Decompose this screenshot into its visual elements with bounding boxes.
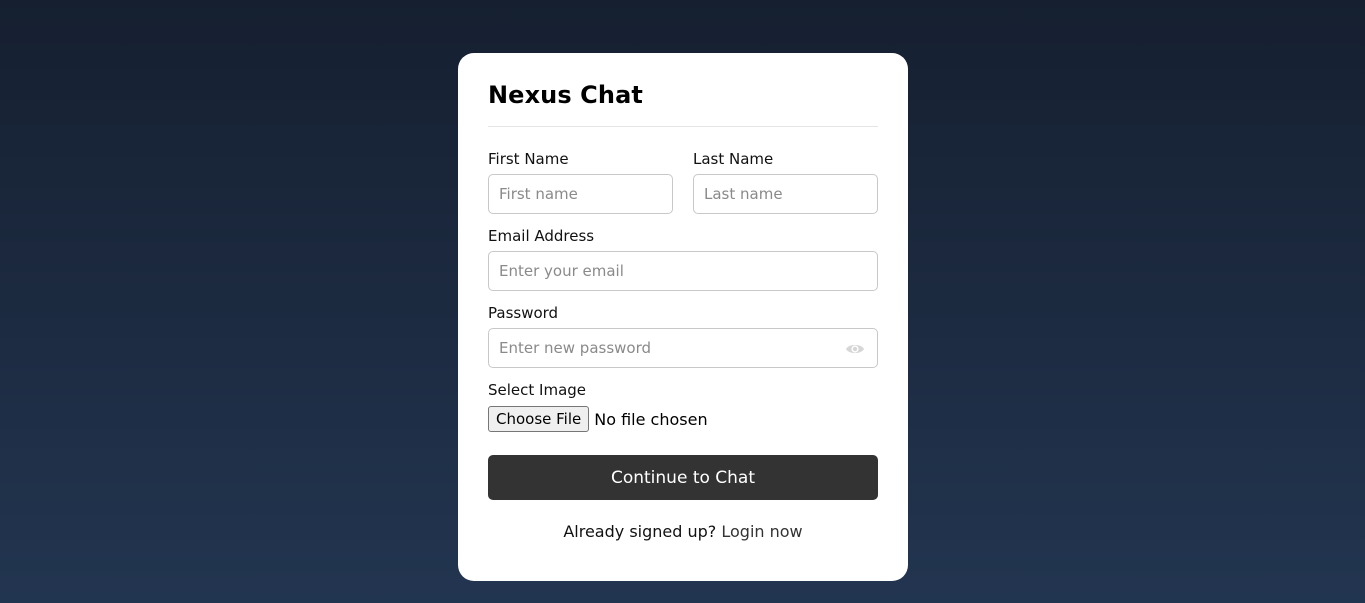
password-field-wrapper [488,328,878,368]
choose-file-button[interactable]: Choose File [488,406,590,432]
first-name-label: First Name [488,150,569,168]
login-prompt: Already signed up? Login now [488,522,878,541]
app-title: Nexus Chat [488,81,643,109]
password-input[interactable] [489,329,877,367]
eye-icon[interactable] [845,340,865,358]
continue-to-chat-button[interactable]: Continue to Chat [488,455,878,500]
select-image-label: Select Image [488,381,587,399]
login-prompt-text: Already signed up? [563,522,717,541]
email-input[interactable] [489,252,877,290]
file-picker: Choose File No file chosen [488,406,708,432]
login-now-link[interactable]: Login now [721,522,802,541]
first-name-field-wrapper [488,174,673,214]
email-label: Email Address [488,227,595,245]
email-field-wrapper [488,251,878,291]
last-name-label: Last Name [693,150,774,168]
signup-card: Nexus Chat First Name Last Name Email Ad… [458,53,908,581]
first-name-input[interactable] [489,175,672,213]
password-label: Password [488,304,559,322]
last-name-field-wrapper [693,174,878,214]
file-status: No file chosen [594,409,708,429]
last-name-input[interactable] [694,175,877,213]
title-divider [488,126,878,127]
